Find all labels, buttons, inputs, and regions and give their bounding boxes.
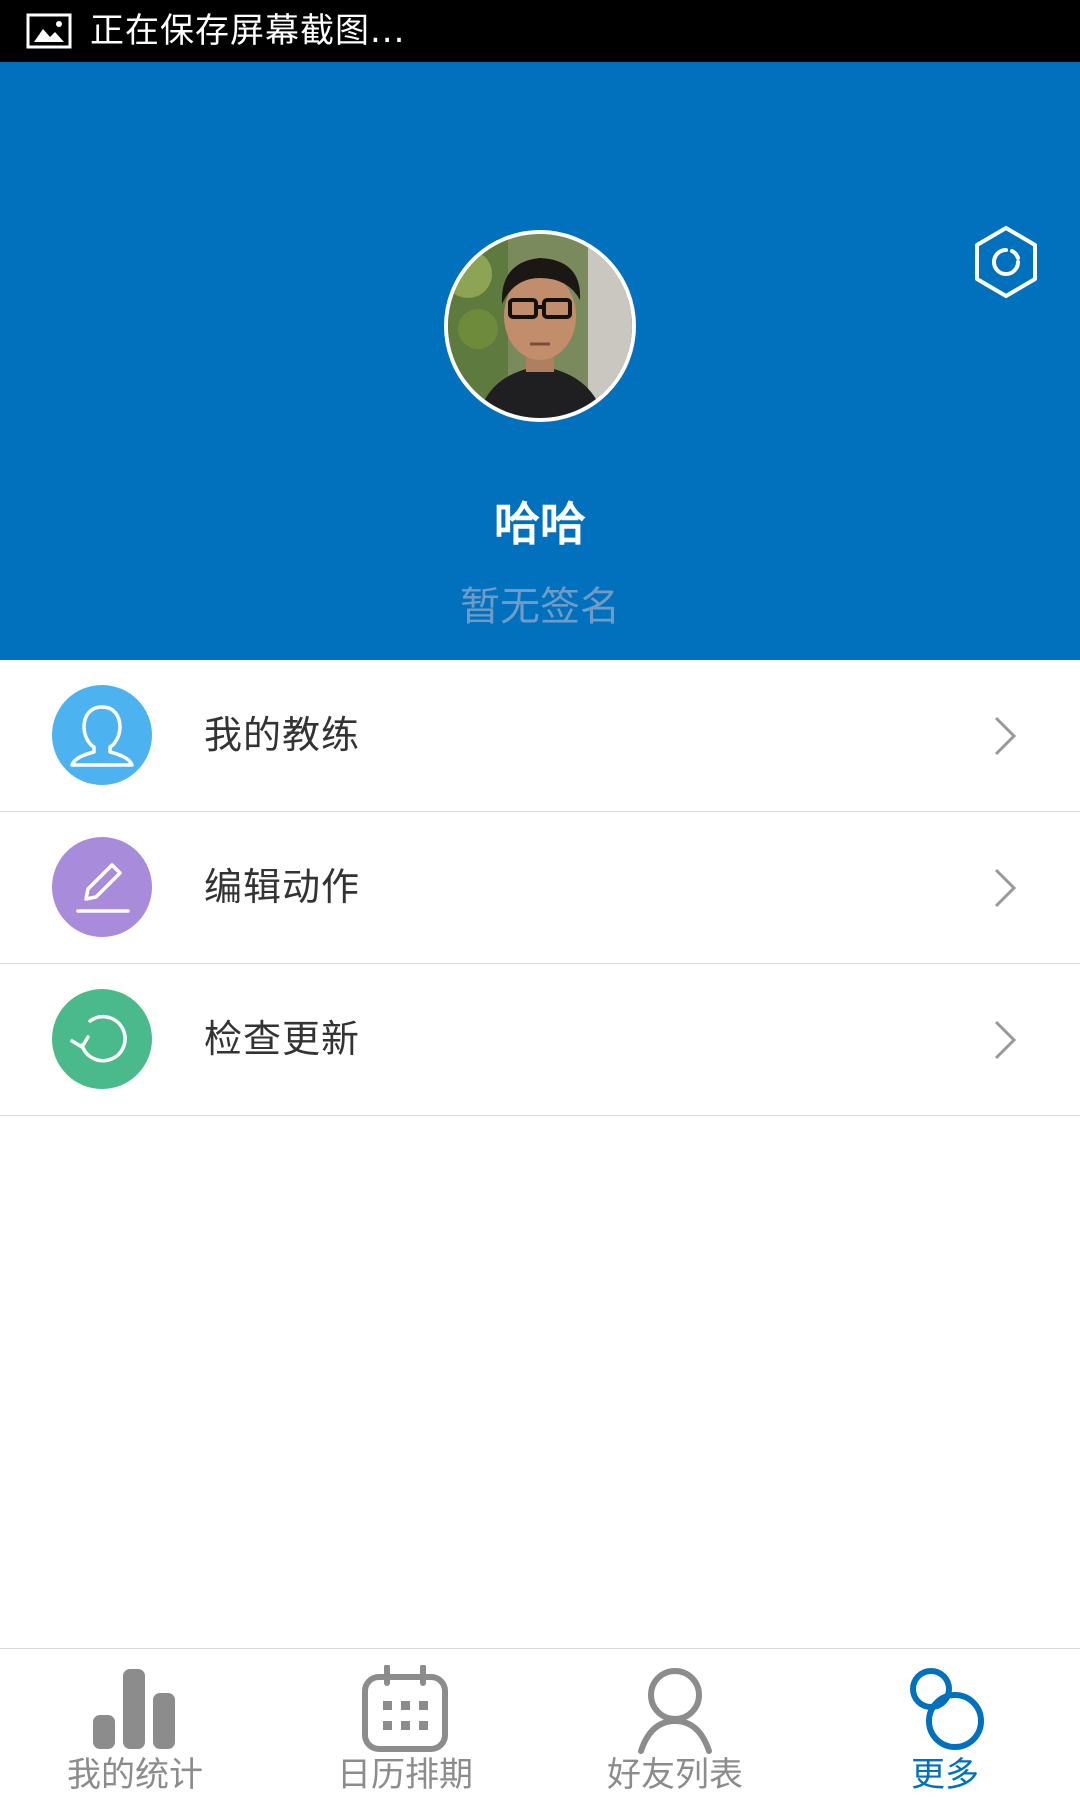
profile-header: 哈哈 暂无签名 (0, 62, 1080, 660)
chevron-right-icon (994, 716, 1017, 756)
pencil-icon (52, 837, 152, 937)
nav-label: 日历排期 (337, 1755, 473, 1795)
status-bar: 正在保存屏幕截图... (0, 0, 1080, 62)
nav-tab-my-stats[interactable]: 我的统计 (0, 1649, 270, 1801)
chevron-right-icon (994, 868, 1017, 908)
user-name: 哈哈 (494, 497, 586, 551)
menu-item-my-coach[interactable]: 我的教练 (0, 660, 1080, 812)
refresh-icon (52, 989, 152, 1089)
bar-chart-icon (93, 1669, 175, 1749)
calendar-icon (362, 1665, 448, 1752)
settings-button[interactable] (966, 222, 1046, 302)
nav-label: 我的统计 (67, 1755, 203, 1795)
nav-tab-more[interactable]: 更多 (810, 1649, 1080, 1801)
more-icon (910, 1668, 984, 1750)
menu-item-label: 检查更新 (204, 1017, 361, 1061)
image-icon (26, 13, 72, 49)
user-icon (52, 685, 152, 785)
nav-tab-friends[interactable]: 好友列表 (540, 1649, 810, 1801)
avatar[interactable] (444, 230, 636, 422)
gear-icon (975, 226, 1037, 298)
person-icon (638, 1668, 712, 1754)
status-notification-text: 正在保存屏幕截图... (90, 11, 406, 51)
menu-item-label: 编辑动作 (204, 865, 361, 909)
chevron-right-icon (994, 1020, 1017, 1060)
menu-item-check-update[interactable]: 检查更新 (0, 964, 1080, 1116)
bottom-nav: 我的统计 日历排期 好友列表 更多 (0, 1648, 1080, 1801)
nav-label: 更多 (911, 1755, 979, 1795)
user-signature: 暂无签名 (460, 584, 620, 630)
menu-item-edit-action[interactable]: 编辑动作 (0, 812, 1080, 964)
nav-label: 好友列表 (607, 1755, 743, 1795)
nav-tab-calendar[interactable]: 日历排期 (270, 1649, 540, 1801)
avatar-photo (448, 234, 632, 418)
menu-item-label: 我的教练 (204, 713, 361, 757)
menu-list: 我的教练 编辑动作 检查更新 (0, 660, 1080, 1116)
